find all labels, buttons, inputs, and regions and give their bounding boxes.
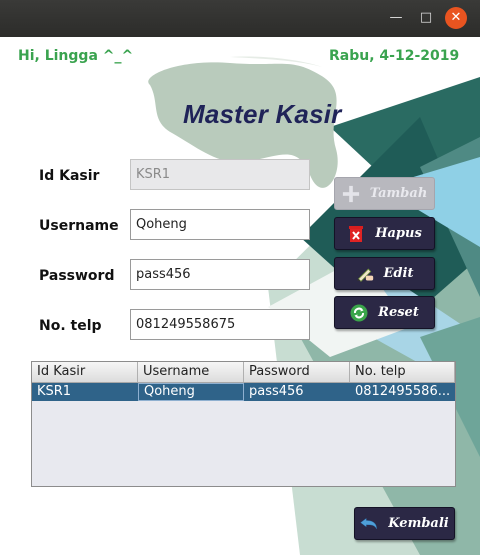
kembali-button[interactable]: Kembali [354,507,455,540]
kasir-table[interactable]: Id Kasir Username Password No. telp KSR1… [31,361,456,487]
id-kasir-field [130,159,310,190]
hapus-button[interactable]: Hapus [334,217,435,250]
close-button[interactable]: ✕ [445,7,467,29]
back-arrow-icon [360,515,378,533]
hapus-label: Hapus [375,226,422,241]
table-cell[interactable]: Qoheng [138,383,244,401]
maximize-button[interactable]: □ [417,9,435,27]
window-titlebar: — □ ✕ [0,0,480,37]
plus-icon [342,185,360,203]
table-cell[interactable]: 0812495586... [350,383,455,401]
column-header-id-kasir[interactable]: Id Kasir [32,362,138,382]
table-cell[interactable]: KSR1 [32,383,138,401]
reset-label: Reset [378,305,419,320]
table-row[interactable]: KSR1 Qoheng pass456 0812495586... [32,383,455,401]
reset-button[interactable]: Reset [334,296,435,329]
refresh-icon [350,304,368,322]
page-title: Master Kasir [183,99,342,129]
pencil-hand-icon [356,265,374,283]
edit-label: Edit [383,266,414,281]
kembali-label: Kembali [388,516,449,531]
trash-icon [347,225,365,243]
no-telp-field[interactable] [130,309,310,340]
minimize-button[interactable]: — [387,9,405,27]
password-label: Password [39,268,115,284]
column-header-password[interactable]: Password [244,362,350,382]
id-kasir-label: Id Kasir [39,168,100,184]
username-field[interactable] [130,209,310,240]
greeting-text: Hi, Lingga ^_^ [18,48,134,64]
table-header: Id Kasir Username Password No. telp [32,362,455,383]
tambah-button[interactable]: Tambah [334,177,435,210]
column-header-no-telp[interactable]: No. telp [350,362,455,382]
date-text: Rabu, 4-12-2019 [329,48,460,64]
tambah-label: Tambah [369,186,428,201]
main-panel: Hi, Lingga ^_^ Rabu, 4-12-2019 Master Ka… [0,37,480,555]
username-label: Username [39,218,119,234]
edit-button[interactable]: Edit [334,257,435,290]
password-field[interactable] [130,259,310,290]
column-header-username[interactable]: Username [138,362,244,382]
no-telp-label: No. telp [39,318,102,334]
table-cell[interactable]: pass456 [244,383,350,401]
